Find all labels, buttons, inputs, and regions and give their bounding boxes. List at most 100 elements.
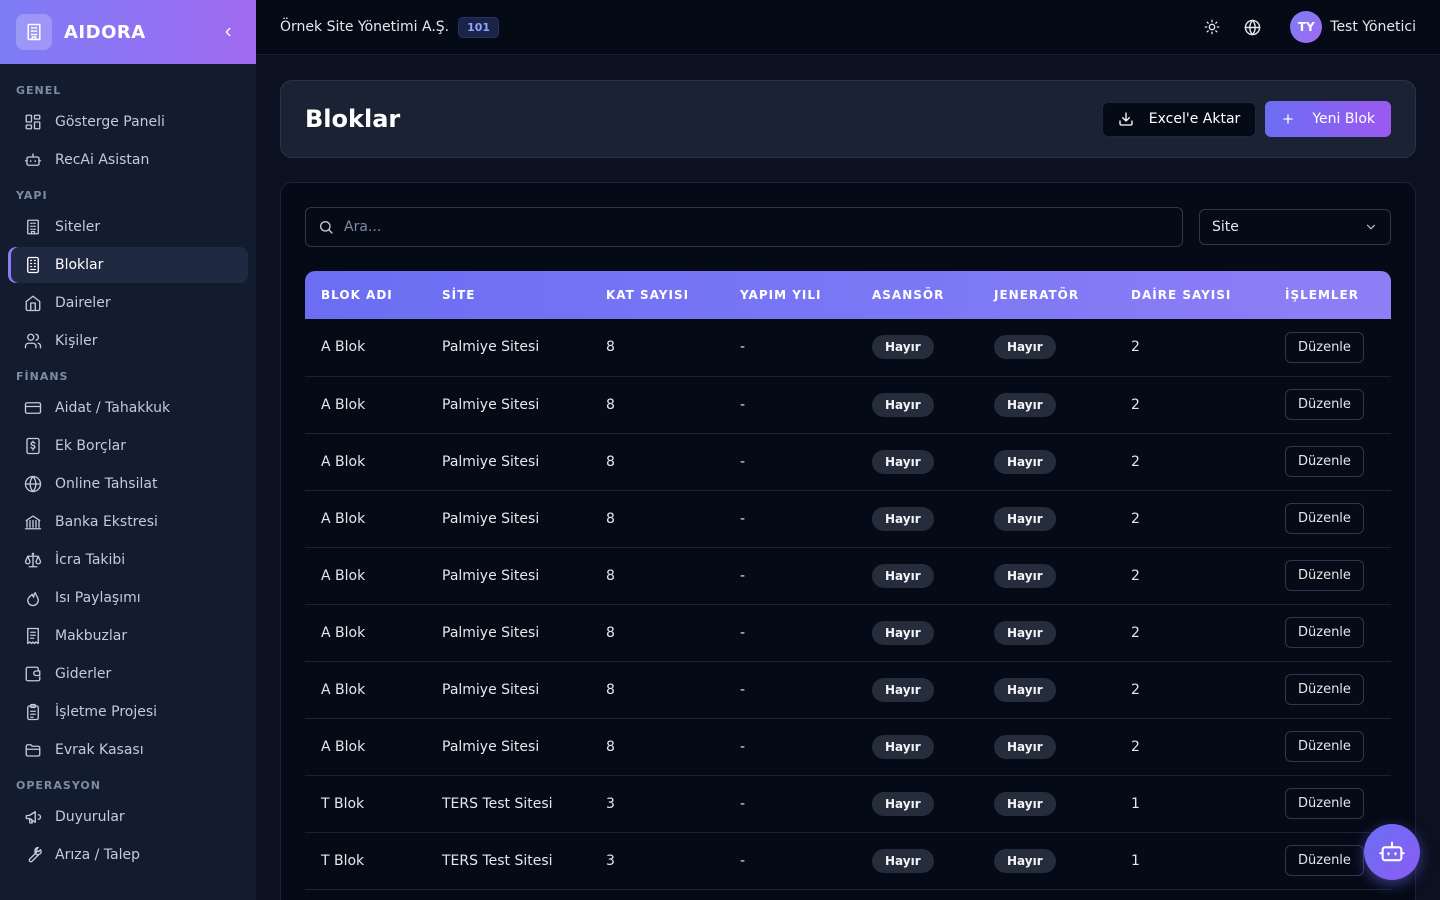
edit-button[interactable]: Düzenle [1285, 617, 1364, 648]
table-row[interactable]: A Blok Palmiye Sitesi 8- Hayır Hayır 2 Düzenle [305, 718, 1391, 776]
table-row[interactable]: A Blok Palmiye Sitesi 8- Hayır Hayır 2 Düzenle [305, 661, 1391, 719]
generator-badge: Hayır [994, 335, 1056, 360]
sidebar-item-recai-asistan[interactable]: RecAi Asistan [8, 142, 248, 178]
sidebar-item-ar-za-talep[interactable]: Arıza / Talep [8, 837, 248, 873]
sidebar-item-label: Isı Paylaşımı [55, 590, 141, 606]
elevator-badge: Hayır [872, 791, 934, 816]
cell-unit-count: 2 [1115, 319, 1269, 377]
elevator-badge: Hayır [872, 449, 934, 474]
elevator-badge: Hayır [872, 506, 934, 531]
sidebar-item-ek-bor-lar[interactable]: Ek Borçlar [8, 428, 248, 464]
cell-site: Palmiye Sitesi [426, 433, 590, 491]
cell-actions: Düzenle [1269, 718, 1391, 776]
org-name[interactable]: Örnek Site Yönetimi A.Ş. [280, 19, 449, 35]
sidebar-item-duyurular[interactable]: Duyurular [8, 799, 248, 835]
table-row[interactable]: A Blok Palmiye Sitesi 8- Hayır Hayır 2 Düzenle [305, 604, 1391, 662]
sidebar-item-online-tahsilat[interactable]: Online Tahsilat [8, 466, 248, 502]
edit-button[interactable]: Düzenle [1285, 560, 1364, 591]
sidebar-item-i-cra-takibi[interactable]: İcra Takibi [8, 542, 248, 578]
credit-card-icon [24, 402, 42, 414]
table-row[interactable]: A Blok Palmiye Sitesi 8- Hayır Hayır 2 Düzenle [305, 547, 1391, 605]
cell-unit-count: 1 [1115, 775, 1269, 833]
ai-assistant-button[interactable] [1364, 824, 1420, 880]
edit-button[interactable]: Düzenle [1285, 731, 1364, 762]
globe-icon[interactable] [1236, 11, 1268, 43]
sidebar-item-label: Arıza / Talep [55, 847, 140, 863]
sidebar-item-banka-ekstresi[interactable]: Banka Ekstresi [8, 504, 248, 540]
generator-badge: Hayır [994, 734, 1056, 759]
generator-badge: Hayır [994, 506, 1056, 531]
sidebar-item-evrak-kasas[interactable]: Evrak Kasası [8, 732, 248, 768]
generator-badge: Hayır [994, 677, 1056, 702]
column-header: ASANSÖR [872, 288, 945, 302]
chevron-left-icon[interactable] [216, 20, 240, 44]
cell-actions: Düzenle [1269, 490, 1391, 548]
nav-group-label: GENEL [16, 84, 62, 97]
cell-floor-count: 8 [590, 604, 724, 662]
elevator-badge: Hayır [872, 335, 934, 360]
table-header-row: BLOK ADI SİTE KAT SAYISI YAPIM YILI ASANSÖR J… [305, 271, 1391, 319]
elevator-badge: Hayır [872, 848, 934, 873]
site-select[interactable]: Site [1199, 209, 1391, 245]
nav-group-label: FİNANS [16, 370, 69, 383]
cell-unit-count: 2 [1115, 547, 1269, 605]
cell-floor-count: 8 [590, 433, 724, 491]
sidebar-item-label: İşletme Projesi [55, 704, 158, 720]
cell-actions: Düzenle [1269, 661, 1391, 719]
sidebar-item-label: Online Tahsilat [55, 476, 158, 492]
cell-floor-count: 8 [590, 547, 724, 605]
sidebar-item-bloklar[interactable]: Bloklar [8, 247, 248, 283]
new-label: Yeni Blok [1312, 111, 1375, 127]
bot-icon [24, 153, 42, 166]
sidebar-item-makbuzlar[interactable]: Makbuzlar [8, 618, 248, 654]
sidebar-item-siteler[interactable]: Siteler [8, 209, 248, 245]
cell-elevator: Hayır [856, 376, 978, 434]
cell-site: Palmiye Sitesi [426, 718, 590, 776]
globe-icon [24, 475, 42, 493]
dollar-receipt-icon [26, 437, 40, 455]
cell-site: Palmiye Sitesi [426, 490, 590, 548]
table-row[interactable]: T Blok TERS Test Sitesi 3- Hayır Hayır 1 Düzen… [305, 832, 1391, 890]
cell-floor-count: 3 [590, 832, 724, 890]
search-field[interactable] [305, 207, 1183, 247]
user-menu[interactable]: TY Test Yönetici [1290, 11, 1416, 43]
sidebar-item-g-sterge-paneli[interactable]: Gösterge Paneli [8, 104, 248, 140]
cell-generator: Hayır [978, 490, 1115, 548]
clipboard-icon [27, 703, 39, 721]
cell-unit-count: 2 [1115, 433, 1269, 491]
edit-button[interactable]: Düzenle [1285, 503, 1364, 534]
sidebar-item-is-payla-m[interactable]: Isı Paylaşımı [8, 580, 248, 616]
edit-button[interactable]: Düzenle [1285, 788, 1364, 819]
sidebar-item-ki-iler[interactable]: Kişiler [8, 323, 248, 359]
edit-button[interactable]: Düzenle [1285, 389, 1364, 420]
building-icon [27, 219, 39, 235]
folder-icon [25, 744, 41, 757]
sun-icon[interactable] [1196, 11, 1228, 43]
sidebar-item-daireler[interactable]: Daireler [8, 285, 248, 321]
megaphone-icon [25, 811, 42, 824]
search-input[interactable] [344, 219, 1170, 235]
cell-build-year: - [724, 376, 856, 434]
site-select-value: Site [1212, 219, 1239, 235]
sidebar-item-label: RecAi Asistan [55, 152, 150, 168]
table-row[interactable]: T Blok TERS Test Sitesi 3- Hayır Hayır 1 Düzen… [305, 775, 1391, 833]
edit-button[interactable]: Düzenle [1285, 845, 1364, 876]
cell-build-year: - [724, 490, 856, 548]
table-row[interactable]: A Blok Palmiye Sitesi 8- Hayır Hayır 2 Düzenle [305, 319, 1391, 377]
table-row[interactable]: A Blok Palmiye Sitesi 8- Hayır Hayır 2 Düzenle [305, 433, 1391, 491]
topbar: Örnek Site Yönetimi A.Ş. 101 TY Test Yön… [256, 0, 1440, 55]
edit-button[interactable]: Düzenle [1285, 674, 1364, 705]
sidebar-item-giderler[interactable]: Giderler [8, 656, 248, 692]
sidebar-item-aidat-tahakkuk[interactable]: Aidat / Tahakkuk [8, 390, 248, 426]
table-row[interactable]: A Blok Palmiye Sitesi 8- Hayır Hayır 2 Düzenle [305, 490, 1391, 548]
cell-build-year: - [724, 775, 856, 833]
cell-generator: Hayır [978, 547, 1115, 605]
sidebar-item-i-letme-projesi[interactable]: İşletme Projesi [8, 694, 248, 730]
edit-button[interactable]: Düzenle [1285, 331, 1364, 363]
export-excel-button[interactable]: Excel'e Aktar [1101, 101, 1257, 137]
table-row[interactable]: A Blok Palmiye Sitesi 8- Hayır Hayır 2 Düzenle [305, 376, 1391, 434]
generator-badge: Hayır [994, 392, 1056, 417]
edit-button[interactable]: Düzenle [1285, 446, 1364, 477]
new-block-button[interactable]: Yeni Blok [1265, 101, 1391, 137]
cell-elevator: Hayır [856, 661, 978, 719]
